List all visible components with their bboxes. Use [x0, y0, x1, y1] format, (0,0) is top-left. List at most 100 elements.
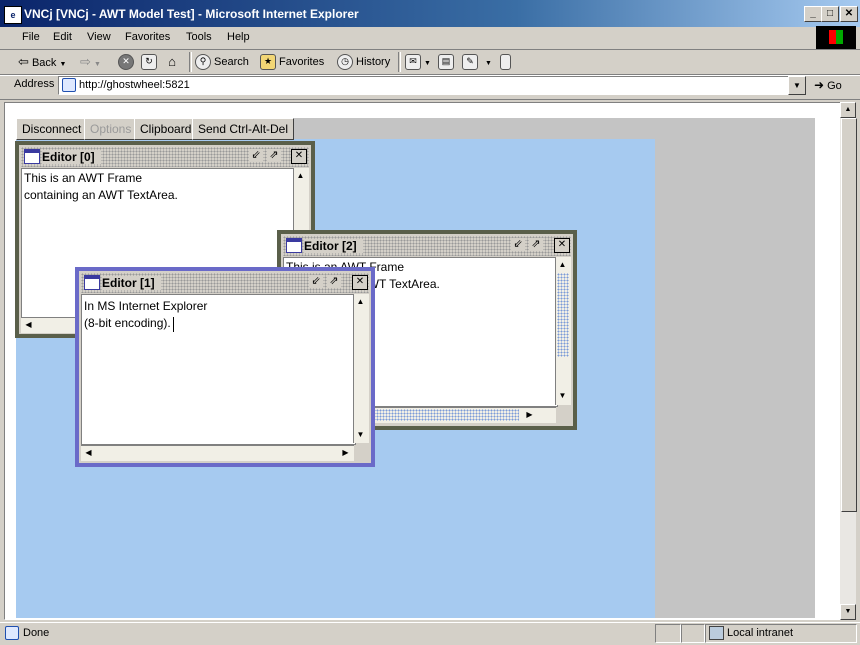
- ie-app-icon: e: [4, 6, 22, 24]
- menu-help[interactable]: Help: [223, 29, 254, 45]
- editor-1-window[interactable]: Editor [1] ⇙ ⇗ ✕ In MS Internet Explorer…: [75, 267, 375, 467]
- status-text: Done: [23, 627, 50, 639]
- security-zone-label: Local intranet: [727, 627, 794, 639]
- menu-edit[interactable]: Edit: [49, 29, 76, 45]
- history-icon: ◷: [337, 54, 353, 71]
- scroll-right-arrow-icon[interactable]: ▶: [523, 408, 536, 421]
- address-label: Address: [14, 78, 55, 90]
- scroll-up-arrow-icon[interactable]: ▲: [294, 169, 307, 182]
- scroll-down-button[interactable]: ▼: [840, 604, 856, 620]
- scroll-thumb[interactable]: [557, 273, 569, 357]
- scroll-left-arrow-icon[interactable]: ◀: [22, 318, 35, 331]
- menu-view[interactable]: View: [83, 29, 115, 45]
- editor-2-vertical-scrollbar[interactable]: ▲ ▼: [555, 257, 571, 405]
- editor-1-horizontal-scrollbar[interactable]: ◀ ▶: [81, 445, 354, 461]
- editor-2-title-bar[interactable]: Editor [2] ⇙ ⇗ ✕: [283, 236, 571, 256]
- minimize-icon[interactable]: ⇙: [249, 149, 263, 162]
- scroll-thumb[interactable]: [841, 118, 857, 512]
- favorites-button[interactable]: ★ Favorites: [260, 53, 324, 71]
- forward-button[interactable]: ⇨ ▼: [80, 53, 101, 71]
- refresh-icon: ↻: [141, 54, 157, 71]
- editor-2-title: Editor [2]: [304, 239, 363, 253]
- scroll-up-arrow-icon[interactable]: ▲: [354, 295, 367, 308]
- mail-dropdown-icon[interactable]: ▼: [424, 60, 431, 67]
- scroll-down-arrow-icon[interactable]: ▼: [354, 428, 367, 441]
- text-cursor: [173, 317, 174, 332]
- minimize-icon[interactable]: ⇙: [511, 238, 525, 251]
- scroll-up-button[interactable]: ▲: [840, 102, 856, 118]
- scroll-up-arrow-icon[interactable]: ▲: [556, 258, 569, 271]
- close-icon[interactable]: ✕: [554, 238, 570, 253]
- editor-1-title-bar[interactable]: Editor [1] ⇙ ⇗ ✕: [81, 273, 369, 293]
- search-label: Search: [214, 56, 249, 68]
- scroll-thumb[interactable]: [373, 409, 519, 421]
- print-button[interactable]: ▤: [438, 53, 457, 71]
- window-icon: [84, 275, 100, 290]
- window-icon: [286, 238, 302, 253]
- back-label: Back: [31, 57, 57, 69]
- close-icon[interactable]: ✕: [291, 149, 307, 164]
- scroll-right-arrow-icon[interactable]: ▶: [339, 446, 352, 459]
- edit-icon: ✎: [462, 54, 478, 71]
- toolbar-separator: [398, 52, 401, 72]
- go-label: Go: [827, 80, 842, 92]
- maximize-icon[interactable]: ⇗: [327, 275, 341, 288]
- window-title: VNCj [VNCj - AWT Model Test] - Microsoft…: [24, 7, 359, 21]
- address-url[interactable]: http://ghostwheel:5821: [79, 79, 190, 91]
- go-arrow-icon: ➜: [814, 78, 825, 92]
- toolbar-separator: [189, 52, 192, 72]
- options-button[interactable]: Options: [84, 118, 138, 140]
- back-dropdown-icon[interactable]: ▼: [60, 61, 67, 68]
- send-ctrl-alt-del-button[interactable]: Send Ctrl-Alt-Del: [192, 118, 295, 140]
- edit-button[interactable]: ✎ ▼: [462, 53, 492, 71]
- clipboard-button[interactable]: Clipboard: [134, 118, 198, 140]
- status-cell: [655, 624, 681, 643]
- editor-0-title-bar[interactable]: Editor [0] ⇙ ⇗ ✕: [21, 147, 309, 167]
- home-icon: ⌂: [168, 54, 176, 70]
- text-line: (8-bit encoding).: [84, 316, 171, 330]
- maximize-icon[interactable]: ⇗: [267, 149, 281, 162]
- minimize-icon[interactable]: ⇙: [309, 275, 323, 288]
- scroll-down-arrow-icon[interactable]: ▼: [556, 389, 569, 402]
- scroll-left-arrow-icon[interactable]: ◀: [82, 446, 95, 459]
- page-icon: [62, 78, 76, 92]
- window-icon: [24, 149, 40, 164]
- back-button[interactable]: ⇦ Back ▼: [18, 53, 66, 71]
- history-label: History: [356, 56, 391, 68]
- stop-button[interactable]: ✕: [118, 53, 137, 71]
- maximize-button[interactable]: □: [821, 6, 839, 22]
- search-button[interactable]: ⚲ Search: [195, 53, 249, 71]
- forward-dropdown-icon[interactable]: ▼: [94, 61, 101, 68]
- print-icon: ▤: [438, 54, 454, 71]
- maximize-icon[interactable]: ⇗: [529, 238, 543, 251]
- stop-icon: ✕: [118, 54, 134, 71]
- edit-dropdown-icon[interactable]: ▼: [485, 60, 492, 67]
- editor-1-textarea[interactable]: In MS Internet Explorer (8-bit encoding)…: [81, 294, 356, 445]
- menu-favorites[interactable]: Favorites: [121, 29, 174, 45]
- home-button[interactable]: ⌂: [165, 53, 182, 71]
- windows-flag-icon: [829, 30, 843, 44]
- disconnect-button[interactable]: Disconnect: [16, 118, 88, 140]
- favorites-icon: ★: [260, 54, 276, 71]
- intranet-zone-icon: [709, 626, 724, 640]
- editor-1-title: Editor [1]: [102, 276, 161, 290]
- mail-button[interactable]: ✉ ▼: [405, 53, 431, 71]
- window-title-bar[interactable]: e VNCj [VNCj - AWT Model Test] - Microso…: [0, 0, 860, 27]
- go-button[interactable]: ➜ Go: [814, 78, 842, 92]
- refresh-button[interactable]: ↻: [141, 53, 160, 71]
- menu-file[interactable]: File: [18, 29, 44, 45]
- minimize-button[interactable]: _: [804, 6, 822, 22]
- menu-tools[interactable]: Tools: [182, 29, 216, 45]
- close-button[interactable]: ✕: [840, 6, 858, 22]
- mail-icon: ✉: [405, 54, 421, 71]
- editor-1-vertical-scrollbar[interactable]: ▲ ▼: [353, 294, 369, 443]
- search-icon: ⚲: [195, 54, 211, 71]
- discuss-button[interactable]: [500, 53, 514, 71]
- history-button[interactable]: ◷ History: [337, 53, 390, 71]
- address-dropdown-button[interactable]: ▼: [788, 76, 806, 95]
- text-line: This is an AWT Frame: [24, 171, 143, 185]
- windows-logo-throbber: [816, 26, 856, 49]
- close-icon[interactable]: ✕: [352, 275, 368, 290]
- page-icon: [5, 626, 19, 640]
- favorites-label: Favorites: [279, 56, 325, 68]
